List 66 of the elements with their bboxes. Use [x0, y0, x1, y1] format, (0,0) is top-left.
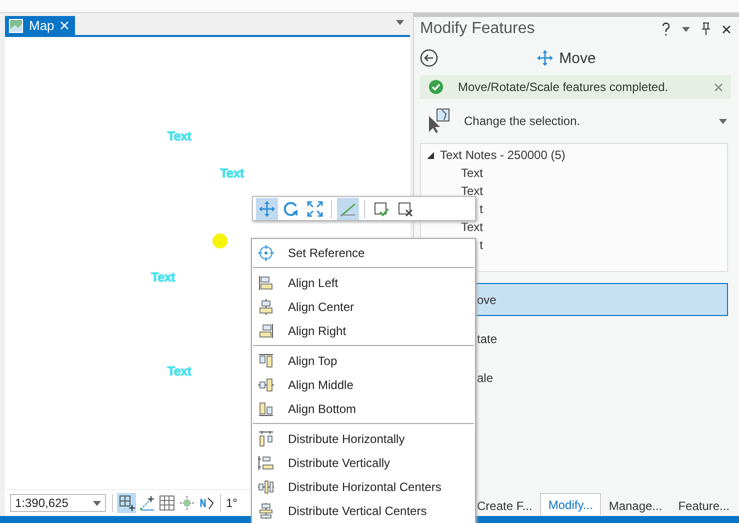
menu-item[interactable]: Align Top: [252, 349, 475, 373]
success-icon: [428, 79, 444, 95]
tree-item[interactable]: t: [480, 202, 483, 216]
map-tab[interactable]: Map: [5, 16, 76, 35]
panel-tab[interactable]: Manage...: [600, 495, 670, 515]
tree-item[interactable]: Text: [460, 184, 483, 198]
close-icon[interactable]: [722, 24, 731, 34]
map-icon: [9, 18, 23, 32]
tree-item[interactable]: t: [480, 238, 483, 252]
back-icon[interactable]: [420, 49, 438, 67]
menu-item[interactable]: Align Right: [252, 319, 475, 343]
scale-icon: [307, 200, 323, 216]
crosshair-icon: [258, 245, 274, 261]
rotate-icon: [283, 200, 299, 216]
menu-item[interactable]: Distribute Vertical Centers: [252, 499, 475, 523]
map-label: Text: [167, 364, 192, 379]
distribute-centers-icon: [258, 479, 274, 495]
map-label: Text: [220, 165, 244, 180]
align-center-icon: [258, 299, 274, 315]
point-marker: [212, 233, 228, 249]
map-label: Text: [151, 269, 175, 284]
scale-field[interactable]: 1:390,625: [10, 494, 106, 512]
align-bottom-icon: [258, 401, 274, 417]
panel-title: Modify Features: [420, 20, 535, 38]
cancel-icon: [397, 200, 413, 216]
north-arrow-icon: [198, 495, 214, 511]
dismiss-icon[interactable]: [714, 82, 723, 92]
grid-add-icon: [118, 495, 134, 511]
finish-icon: [373, 200, 389, 216]
status-tool-button[interactable]: [137, 493, 156, 513]
distribute-vertical-icon: [258, 455, 274, 471]
menu-item[interactable]: Align Bottom: [252, 397, 475, 421]
map-label: Text: [167, 128, 192, 144]
tree-item[interactable]: Text: [460, 220, 483, 234]
distribute-horizontal-icon: [258, 431, 274, 447]
guides-icon: [178, 495, 194, 511]
menu-item[interactable]: Distribute Horizontal Centers: [252, 475, 475, 499]
tree-layer[interactable]: Text Notes - 250000 (5): [440, 148, 566, 162]
tree-item[interactable]: Text: [460, 166, 483, 180]
tool-title: Move: [537, 50, 616, 66]
select-cursor-icon[interactable]: [428, 108, 452, 134]
align-right-icon: [258, 323, 274, 339]
menu-item[interactable]: Distribute Horizontally: [252, 427, 475, 451]
menu-item[interactable]: Distribute Vertically: [252, 451, 475, 475]
align-top-icon: [258, 353, 274, 369]
status-message: Move/Rotate/Scale features completed.: [458, 80, 670, 94]
menu-item[interactable]: Set Reference: [252, 241, 475, 265]
grid-icon: [158, 495, 174, 511]
expander-icon[interactable]: [427, 152, 434, 158]
menu-item[interactable]: Align Middle: [252, 373, 475, 397]
dropdown-caret-icon: [396, 20, 404, 25]
edit-vertices-icon: [138, 495, 154, 511]
move-icon: [259, 200, 275, 216]
snap-line-icon: [340, 200, 356, 216]
dropdown-caret-icon: [93, 500, 101, 506]
dropdown-caret-icon: [719, 118, 727, 124]
distribute-middles-icon: [258, 503, 274, 519]
status-tool-button[interactable]: [117, 493, 136, 513]
align-middle-icon: [258, 377, 274, 393]
align-left-icon: [258, 275, 274, 291]
options-caret-icon: [682, 26, 690, 32]
rotation-text: 1°: [226, 496, 238, 510]
selection-label: Change the selection.: [464, 114, 582, 128]
move-icon: [537, 50, 554, 66]
panel-tab[interactable]: Feature...: [670, 495, 738, 515]
panel-tab[interactable]: Modify...: [540, 493, 601, 515]
